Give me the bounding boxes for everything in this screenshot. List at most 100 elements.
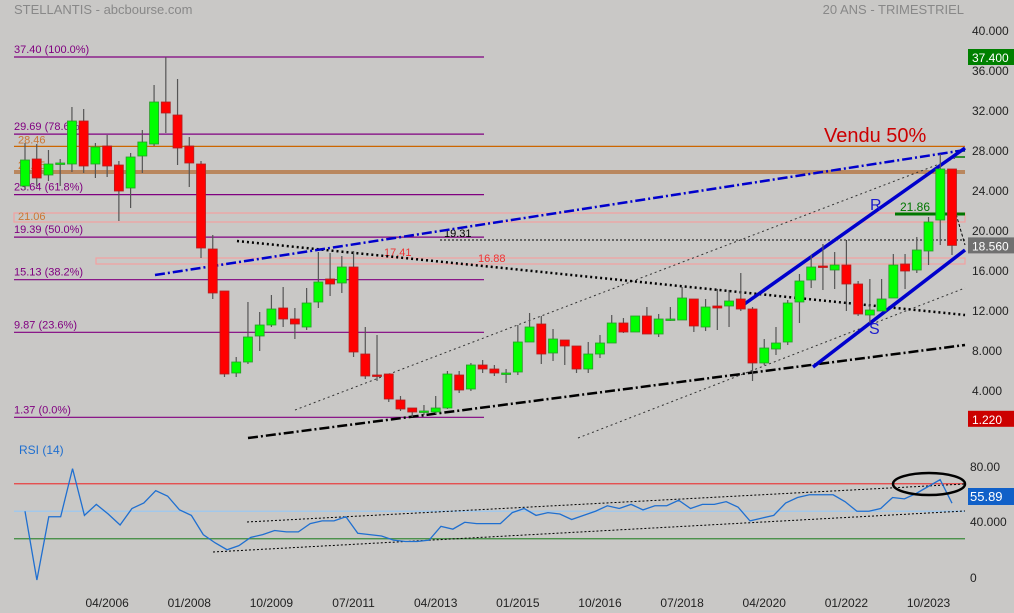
y-tick-label: 36.000 xyxy=(972,64,1009,78)
candle-down xyxy=(853,283,864,315)
candle-down xyxy=(900,263,910,272)
candle-up xyxy=(524,326,535,343)
x-tick-label: 07/2018 xyxy=(660,596,704,610)
rsi-y-tick-label: 40.000 xyxy=(970,515,1007,529)
candle-up xyxy=(301,302,312,328)
candle-down xyxy=(78,120,89,167)
rsi-title: RSI (14) xyxy=(19,443,64,457)
candle-up xyxy=(419,410,429,413)
candle-down xyxy=(184,145,195,164)
chart-title: STELLANTIS - abcbourse.com xyxy=(14,2,193,17)
y-tick-label: 32.000 xyxy=(972,104,1009,118)
candle-up xyxy=(67,120,77,165)
rsi-y-tick-label: 0 xyxy=(970,571,977,585)
level-label: 21.86 xyxy=(900,200,930,214)
y-tick-label: 24.000 xyxy=(972,184,1009,198)
candle-up xyxy=(254,324,265,337)
candle-down xyxy=(31,158,42,179)
x-tick-label: 04/2013 xyxy=(414,596,458,610)
x-tick-label: 04/2006 xyxy=(85,596,129,610)
candle-up xyxy=(806,266,817,281)
candle-down xyxy=(618,322,629,333)
candle-up xyxy=(759,347,770,364)
candle-down xyxy=(571,345,582,370)
candle-up xyxy=(243,336,253,363)
fib-level-label: 19.39 (50.0%) xyxy=(14,224,83,236)
candle-down xyxy=(841,264,852,285)
rsi-y-tick-label: 80.00 xyxy=(970,460,1000,474)
price-badge-label: 37.400 xyxy=(972,51,1009,65)
candle-up xyxy=(465,364,476,390)
candle-up xyxy=(653,318,664,335)
rsi-trend-lower xyxy=(212,510,966,553)
candle-down xyxy=(559,339,570,347)
candle-down xyxy=(207,248,218,294)
candle-up xyxy=(771,342,781,350)
fib-level-label: 9.87 (23.6%) xyxy=(14,319,77,331)
candle-down xyxy=(536,323,547,355)
rsi-value-label: 55.89 xyxy=(970,489,1003,504)
vendu-annotation: Vendu 50% xyxy=(824,125,927,147)
candle-up xyxy=(43,163,54,176)
x-tick-label: 07/2011 xyxy=(332,596,375,610)
candle-up xyxy=(90,146,101,165)
candle-down xyxy=(172,114,183,149)
candle-up xyxy=(864,309,875,316)
resistance-label: R xyxy=(870,197,882,214)
candle-up xyxy=(677,297,688,321)
candle-down xyxy=(348,266,359,353)
candle-up xyxy=(782,302,793,343)
candle-up xyxy=(430,407,441,413)
candle-up xyxy=(829,264,840,271)
candle-down xyxy=(278,307,289,320)
candle-down xyxy=(325,278,335,285)
x-tick-label: 10/2009 xyxy=(250,596,294,610)
candle-down xyxy=(947,168,957,246)
candle-down xyxy=(735,298,746,310)
candle-down xyxy=(383,373,394,400)
candle-up xyxy=(442,373,453,409)
candle-up xyxy=(700,306,711,328)
candle-up xyxy=(125,156,136,189)
candle-up xyxy=(137,141,148,157)
candle-up xyxy=(149,101,159,145)
candle-down xyxy=(219,290,230,375)
candle-up xyxy=(724,300,734,307)
candle-down xyxy=(688,298,699,327)
x-tick-label: 10/2023 xyxy=(907,596,951,610)
candle-up xyxy=(630,315,641,333)
candle-down xyxy=(160,101,171,114)
level-label: 16.88 xyxy=(478,253,506,265)
candle-up xyxy=(501,372,512,375)
candle-down xyxy=(360,353,371,377)
candle-up xyxy=(512,341,523,373)
candle-up xyxy=(935,168,946,221)
x-tick-label: 01/2022 xyxy=(825,596,869,610)
fib-level-label: 1.37 (0.0%) xyxy=(14,404,71,416)
candle-up xyxy=(923,221,934,252)
candle-up xyxy=(336,266,347,284)
candle-up xyxy=(665,318,676,321)
candle-down xyxy=(395,399,406,410)
candle-down xyxy=(747,308,758,364)
x-tick-label: 01/2008 xyxy=(168,596,212,610)
candle-down xyxy=(454,374,465,391)
price-badge-label: 18.560 xyxy=(972,239,1009,253)
y-tick-label: 20.000 xyxy=(972,224,1009,238)
candle-down xyxy=(289,318,300,325)
x-tick-label: 04/2020 xyxy=(743,596,787,610)
y-tick-label: 8.000 xyxy=(972,344,1002,358)
candle-down xyxy=(407,407,418,413)
trend-channel-lower xyxy=(577,287,966,439)
candle-up xyxy=(595,342,605,355)
candle-down xyxy=(818,265,828,268)
level-label: 21.06 xyxy=(18,211,46,223)
stock-chart: 37.40 (100.0%)29.69 (78.6%)23.64 (61.8%)… xyxy=(13,24,1014,610)
rsi-trend-upper xyxy=(246,483,966,523)
y-tick-label: 28.000 xyxy=(972,144,1009,158)
candle-up xyxy=(266,308,277,326)
price-badge-label: 1.220 xyxy=(972,413,1002,427)
candle-down xyxy=(712,305,723,309)
candle-up xyxy=(20,159,30,187)
support-label: S xyxy=(869,321,880,338)
